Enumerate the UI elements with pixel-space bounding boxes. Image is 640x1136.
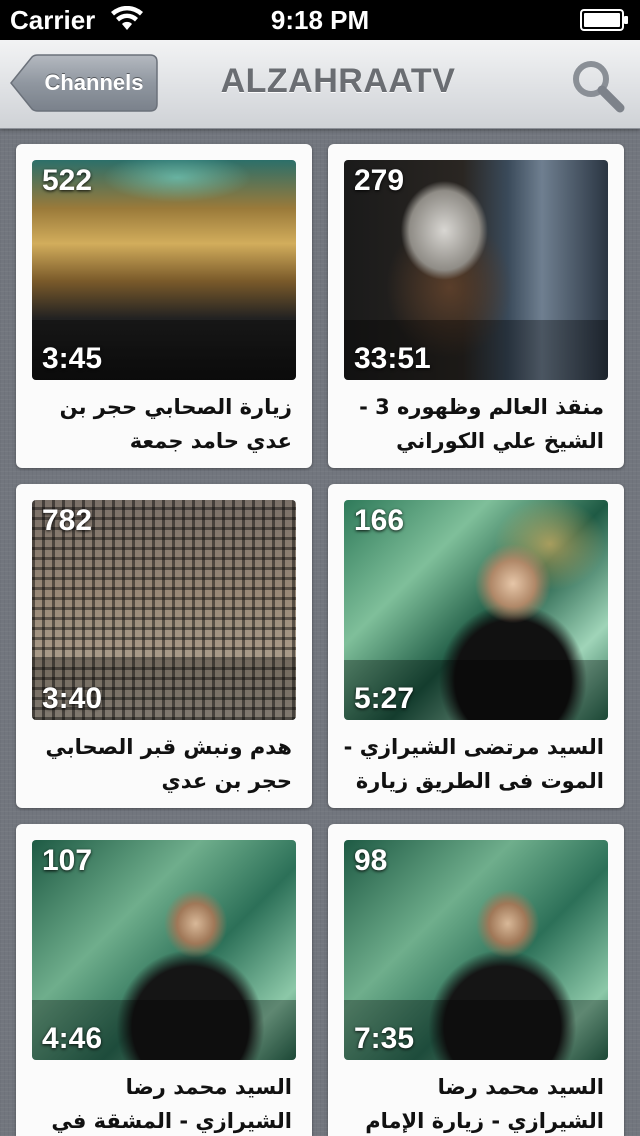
video-thumbnail: 98 7:35: [344, 840, 608, 1060]
status-time: 9:18 PM: [270, 5, 370, 35]
video-title: منقذ العالم وظهوره 3 - الشيخ علي الكوران…: [359, 395, 604, 453]
video-card[interactable]: 522 3:45 زيارة الصحابي حجر بن عدي حامد ج…: [16, 144, 312, 468]
video-duration: 3:45: [42, 342, 103, 375]
video-title: السيد محمد رضا الشيرازي - المشقة في زيار…: [51, 1075, 292, 1133]
video-card[interactable]: 279 33:51 منقذ العالم وظهوره 3 - الشيخ ع…: [328, 144, 624, 468]
app-root: Carrier 9:18 PM Channels ALZAHRAATV 522 …: [0, 0, 640, 1136]
video-card[interactable]: 782 3:40 هدم ونبش قبر الصحابي حجر بن عدي: [16, 484, 312, 808]
video-duration: 4:46: [42, 1022, 103, 1055]
video-duration: 5:27: [354, 682, 415, 715]
back-button-label: Channels: [44, 70, 144, 95]
view-count: 166: [354, 504, 405, 537]
video-thumbnail: 279 33:51: [344, 160, 608, 380]
video-thumbnail: 166 5:27: [344, 500, 608, 720]
search-icon: [573, 61, 625, 113]
battery-icon: [580, 9, 630, 31]
video-card[interactable]: 98 7:35 السيد محمد رضا الشيرازي - زيارة …: [328, 824, 624, 1136]
video-duration: 3:40: [42, 682, 103, 715]
video-duration: 33:51: [354, 342, 431, 375]
video-duration: 7:35: [354, 1022, 415, 1055]
search-button[interactable]: [568, 56, 626, 114]
video-card[interactable]: 166 5:27 السيد مرتضى الشيرازي - الموت فى…: [328, 484, 624, 808]
view-count: 98: [354, 844, 388, 877]
video-title: زيارة الصحابي حجر بن عدي حامد جمعة: [59, 395, 292, 453]
view-count: 522: [42, 164, 93, 197]
video-thumbnail: 522 3:45: [32, 160, 296, 380]
channels-back-button[interactable]: Channels: [10, 54, 158, 112]
navigation-bar: Channels ALZAHRAATV: [0, 40, 640, 129]
view-count: 279: [354, 164, 405, 197]
video-thumbnail: 782 3:40: [32, 500, 296, 720]
video-title: هدم ونبش قبر الصحابي حجر بن عدي: [45, 735, 292, 793]
view-count: 782: [42, 504, 93, 537]
view-count: 107: [42, 844, 93, 877]
video-title: السيد محمد رضا الشيرازي - زيارة الإمام ا…: [365, 1075, 604, 1133]
video-title: السيد مرتضى الشيرازي - الموت فى الطريق ز…: [343, 735, 604, 793]
page-title: ALZAHRAATV: [220, 62, 456, 100]
video-thumbnail: 107 4:46: [32, 840, 296, 1060]
video-card[interactable]: 107 4:46 السيد محمد رضا الشيرازي - المشق…: [16, 824, 312, 1136]
status-bar: Carrier 9:18 PM: [0, 0, 640, 40]
